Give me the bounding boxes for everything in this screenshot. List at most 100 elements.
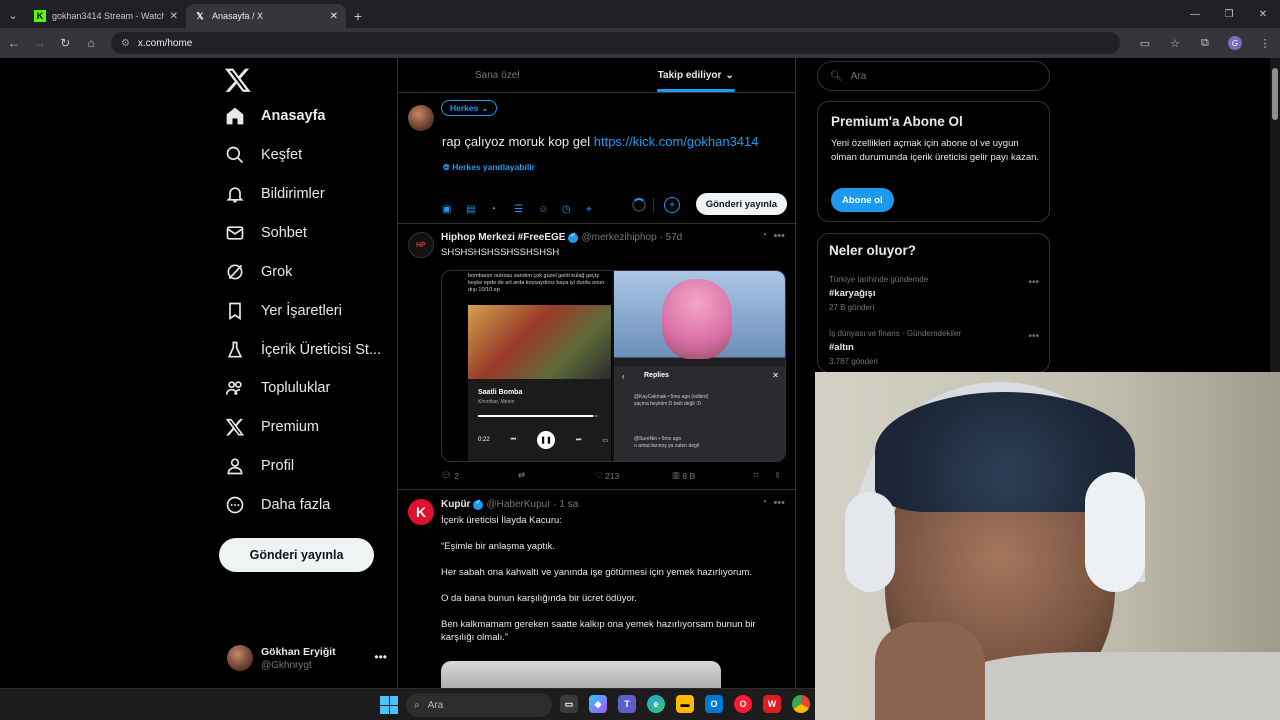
- trends-card: Neler oluyor? Türkiye tarihinde gündemde…: [817, 233, 1050, 373]
- trends-title: Neler oluyor?: [829, 243, 917, 258]
- nav-grok[interactable]: Grok: [225, 259, 292, 285]
- nav-creator-studio[interactable]: İçerik Üreticisi St...: [225, 337, 381, 363]
- views-action[interactable]: ▥ 8 B: [672, 470, 754, 481]
- edge-icon[interactable]: e: [647, 695, 665, 713]
- next-icon: ⏭: [575, 436, 582, 443]
- composer-submit-button[interactable]: Gönderi yayınla: [695, 193, 787, 215]
- brain-head-art: [662, 279, 732, 359]
- account-switcher[interactable]: Gökhan Eryiğit @Gkhnrygt •••: [227, 640, 387, 676]
- reply-user: @SureNin • 5mo ago: [634, 436, 682, 442]
- cast-icon[interactable]: ▭: [1130, 36, 1160, 50]
- back-icon[interactable]: ←: [2, 31, 26, 55]
- reply-comment: @SureNin • 5mo ago o amacılarımış ya zat…: [634, 436, 699, 450]
- scrollbar-thumb[interactable]: [1272, 68, 1278, 120]
- tweet-media[interactable]: bombanın outrosu sandım çok güzel geldi …: [441, 270, 786, 462]
- file-explorer-icon[interactable]: ▬: [676, 695, 694, 713]
- poll-icon[interactable]: ☰: [514, 204, 538, 215]
- nav-notifications[interactable]: Bildirimler: [225, 181, 325, 207]
- replies-title: Replies: [644, 372, 669, 379]
- premium-card: Premium'a Abone Ol Yeni özellikleri açma…: [817, 101, 1050, 222]
- reply-settings[interactable]: 🌐︎ Herkes yanıtlayabilir: [443, 162, 535, 173]
- close-tab-icon[interactable]: ✕: [170, 11, 178, 22]
- composer-text: rap çalıyoz moruk kop gel: [442, 134, 594, 149]
- more-dots-icon[interactable]: •••: [773, 497, 785, 509]
- bookmark-icon[interactable]: ⌑: [754, 470, 774, 481]
- tweet-author[interactable]: Kupür: [441, 499, 470, 510]
- more-dots-icon[interactable]: •••: [1028, 277, 1039, 288]
- browser-tab-x[interactable]: 𝕏 Anasayfa / X ✕: [186, 4, 346, 28]
- search-input[interactable]: 🔍︎ Ara: [817, 61, 1050, 91]
- site-info-icon[interactable]: ⚙: [121, 38, 130, 49]
- nav-profile[interactable]: Profil: [225, 453, 294, 479]
- x-logo-icon[interactable]: [224, 66, 252, 94]
- profile-icon[interactable]: G: [1220, 36, 1250, 50]
- more-dots-icon[interactable]: •••: [773, 230, 785, 242]
- tweet-handle[interactable]: @merkezihiphop: [581, 232, 656, 243]
- trend-item[interactable]: İş dünyası ve finans · Gündemdekiler #al…: [829, 329, 1039, 366]
- more-dots-icon[interactable]: •••: [374, 650, 387, 664]
- tweet-author[interactable]: Hiphop Merkezi #FreeEGE: [441, 232, 565, 243]
- bookmark-star-icon[interactable]: ☆: [1160, 36, 1190, 50]
- browser-tab-kick[interactable]: K gokhan3414 Stream - Watch Li ✕: [26, 4, 186, 28]
- chevron-down-icon: ⌄: [481, 102, 489, 113]
- emoji-icon[interactable]: ☺: [538, 204, 562, 215]
- like-action[interactable]: ♡ 213: [595, 470, 672, 481]
- schedule-icon[interactable]: ◷: [562, 204, 586, 215]
- nav-messages[interactable]: Sohbet: [225, 220, 307, 246]
- post-button[interactable]: Gönderi yayınla: [219, 538, 374, 572]
- grok-icon[interactable]: ◔: [761, 230, 767, 241]
- audience-selector[interactable]: Herkes ⌄: [441, 100, 498, 116]
- nav-home[interactable]: Anasayfa: [225, 103, 325, 129]
- nav-more[interactable]: Daha fazla: [225, 492, 330, 518]
- subscribe-button[interactable]: Abone ol: [831, 188, 894, 212]
- pause-icon: ❚❚: [537, 431, 555, 449]
- tweet[interactable]: HP Hiphop Merkezi #FreeEGE @merkezihipho…: [398, 224, 797, 490]
- tweet-media[interactable]: [441, 661, 721, 688]
- address-bar[interactable]: ⚙ x.com/home: [110, 32, 1120, 54]
- retweet-icon[interactable]: ⇄: [518, 470, 595, 481]
- gif-icon[interactable]: ▤: [466, 204, 490, 215]
- composer-text-area[interactable]: rap çalıyoz moruk kop gel https://kick.c…: [442, 134, 759, 149]
- tweet-line: “Eşimle bir anlaşma yaptık.: [441, 541, 556, 552]
- more-dots-icon[interactable]: •••: [1028, 331, 1039, 342]
- copilot-icon[interactable]: ◆: [589, 695, 607, 713]
- menu-icon[interactable]: ⋮: [1250, 36, 1280, 50]
- tweet-time[interactable]: 1 sa: [559, 499, 578, 510]
- reload-icon[interactable]: ↻: [53, 31, 77, 55]
- windows-start-icon[interactable]: [380, 696, 398, 714]
- grok-icon[interactable]: ◔: [490, 204, 514, 215]
- minimize-icon[interactable]: —: [1178, 0, 1212, 28]
- forward-icon[interactable]: →: [28, 31, 52, 55]
- close-window-icon[interactable]: ✕: [1246, 0, 1280, 28]
- add-post-icon[interactable]: +: [664, 197, 680, 213]
- opera-icon[interactable]: O: [734, 695, 752, 713]
- nav-explore[interactable]: Keşfet: [225, 142, 302, 168]
- taskbar-search[interactable]: ⌕ Ara: [406, 693, 552, 717]
- chrome-icon[interactable]: [792, 695, 810, 713]
- grok-icon[interactable]: ◔: [761, 497, 767, 508]
- new-tab-button[interactable]: +: [346, 4, 370, 28]
- image-icon[interactable]: ▣: [442, 204, 466, 215]
- share-icon[interactable]: ⇪: [774, 470, 781, 481]
- nav-premium[interactable]: Premium: [225, 414, 319, 440]
- home-browser-icon[interactable]: ⌂: [79, 31, 103, 55]
- tab-search-menu-icon[interactable]: ⌄: [0, 2, 26, 28]
- nav-communities[interactable]: Topluluklar: [225, 375, 330, 401]
- character-count-ring: [632, 198, 646, 212]
- close-tab-icon[interactable]: ✕: [330, 11, 338, 22]
- task-view-icon[interactable]: ▭: [560, 695, 578, 713]
- nav-bookmarks[interactable]: Yer İşaretleri: [225, 298, 342, 324]
- tweet[interactable]: K Kupür @HaberKupur · 1 sa ◔ ••• İçerik …: [398, 491, 797, 688]
- teams-icon[interactable]: T: [618, 695, 636, 713]
- extensions-icon[interactable]: ⧉: [1190, 36, 1220, 50]
- reply-action[interactable]: 💬︎ 2: [441, 470, 518, 481]
- outlook-icon[interactable]: O: [705, 695, 723, 713]
- trend-context: İş dünyası ve finans · Gündemdekiler: [829, 329, 962, 338]
- location-icon[interactable]: ⌖: [586, 204, 610, 215]
- tweet-handle[interactable]: @HaberKupur: [486, 499, 550, 510]
- restore-icon[interactable]: ❐: [1212, 0, 1246, 28]
- trend-item[interactable]: Türkiye tarihinde gündemde #karyağışı 27…: [829, 275, 1039, 312]
- wps-icon[interactable]: W: [763, 695, 781, 713]
- avatar: K: [408, 499, 434, 525]
- tweet-time[interactable]: 57d: [666, 232, 683, 243]
